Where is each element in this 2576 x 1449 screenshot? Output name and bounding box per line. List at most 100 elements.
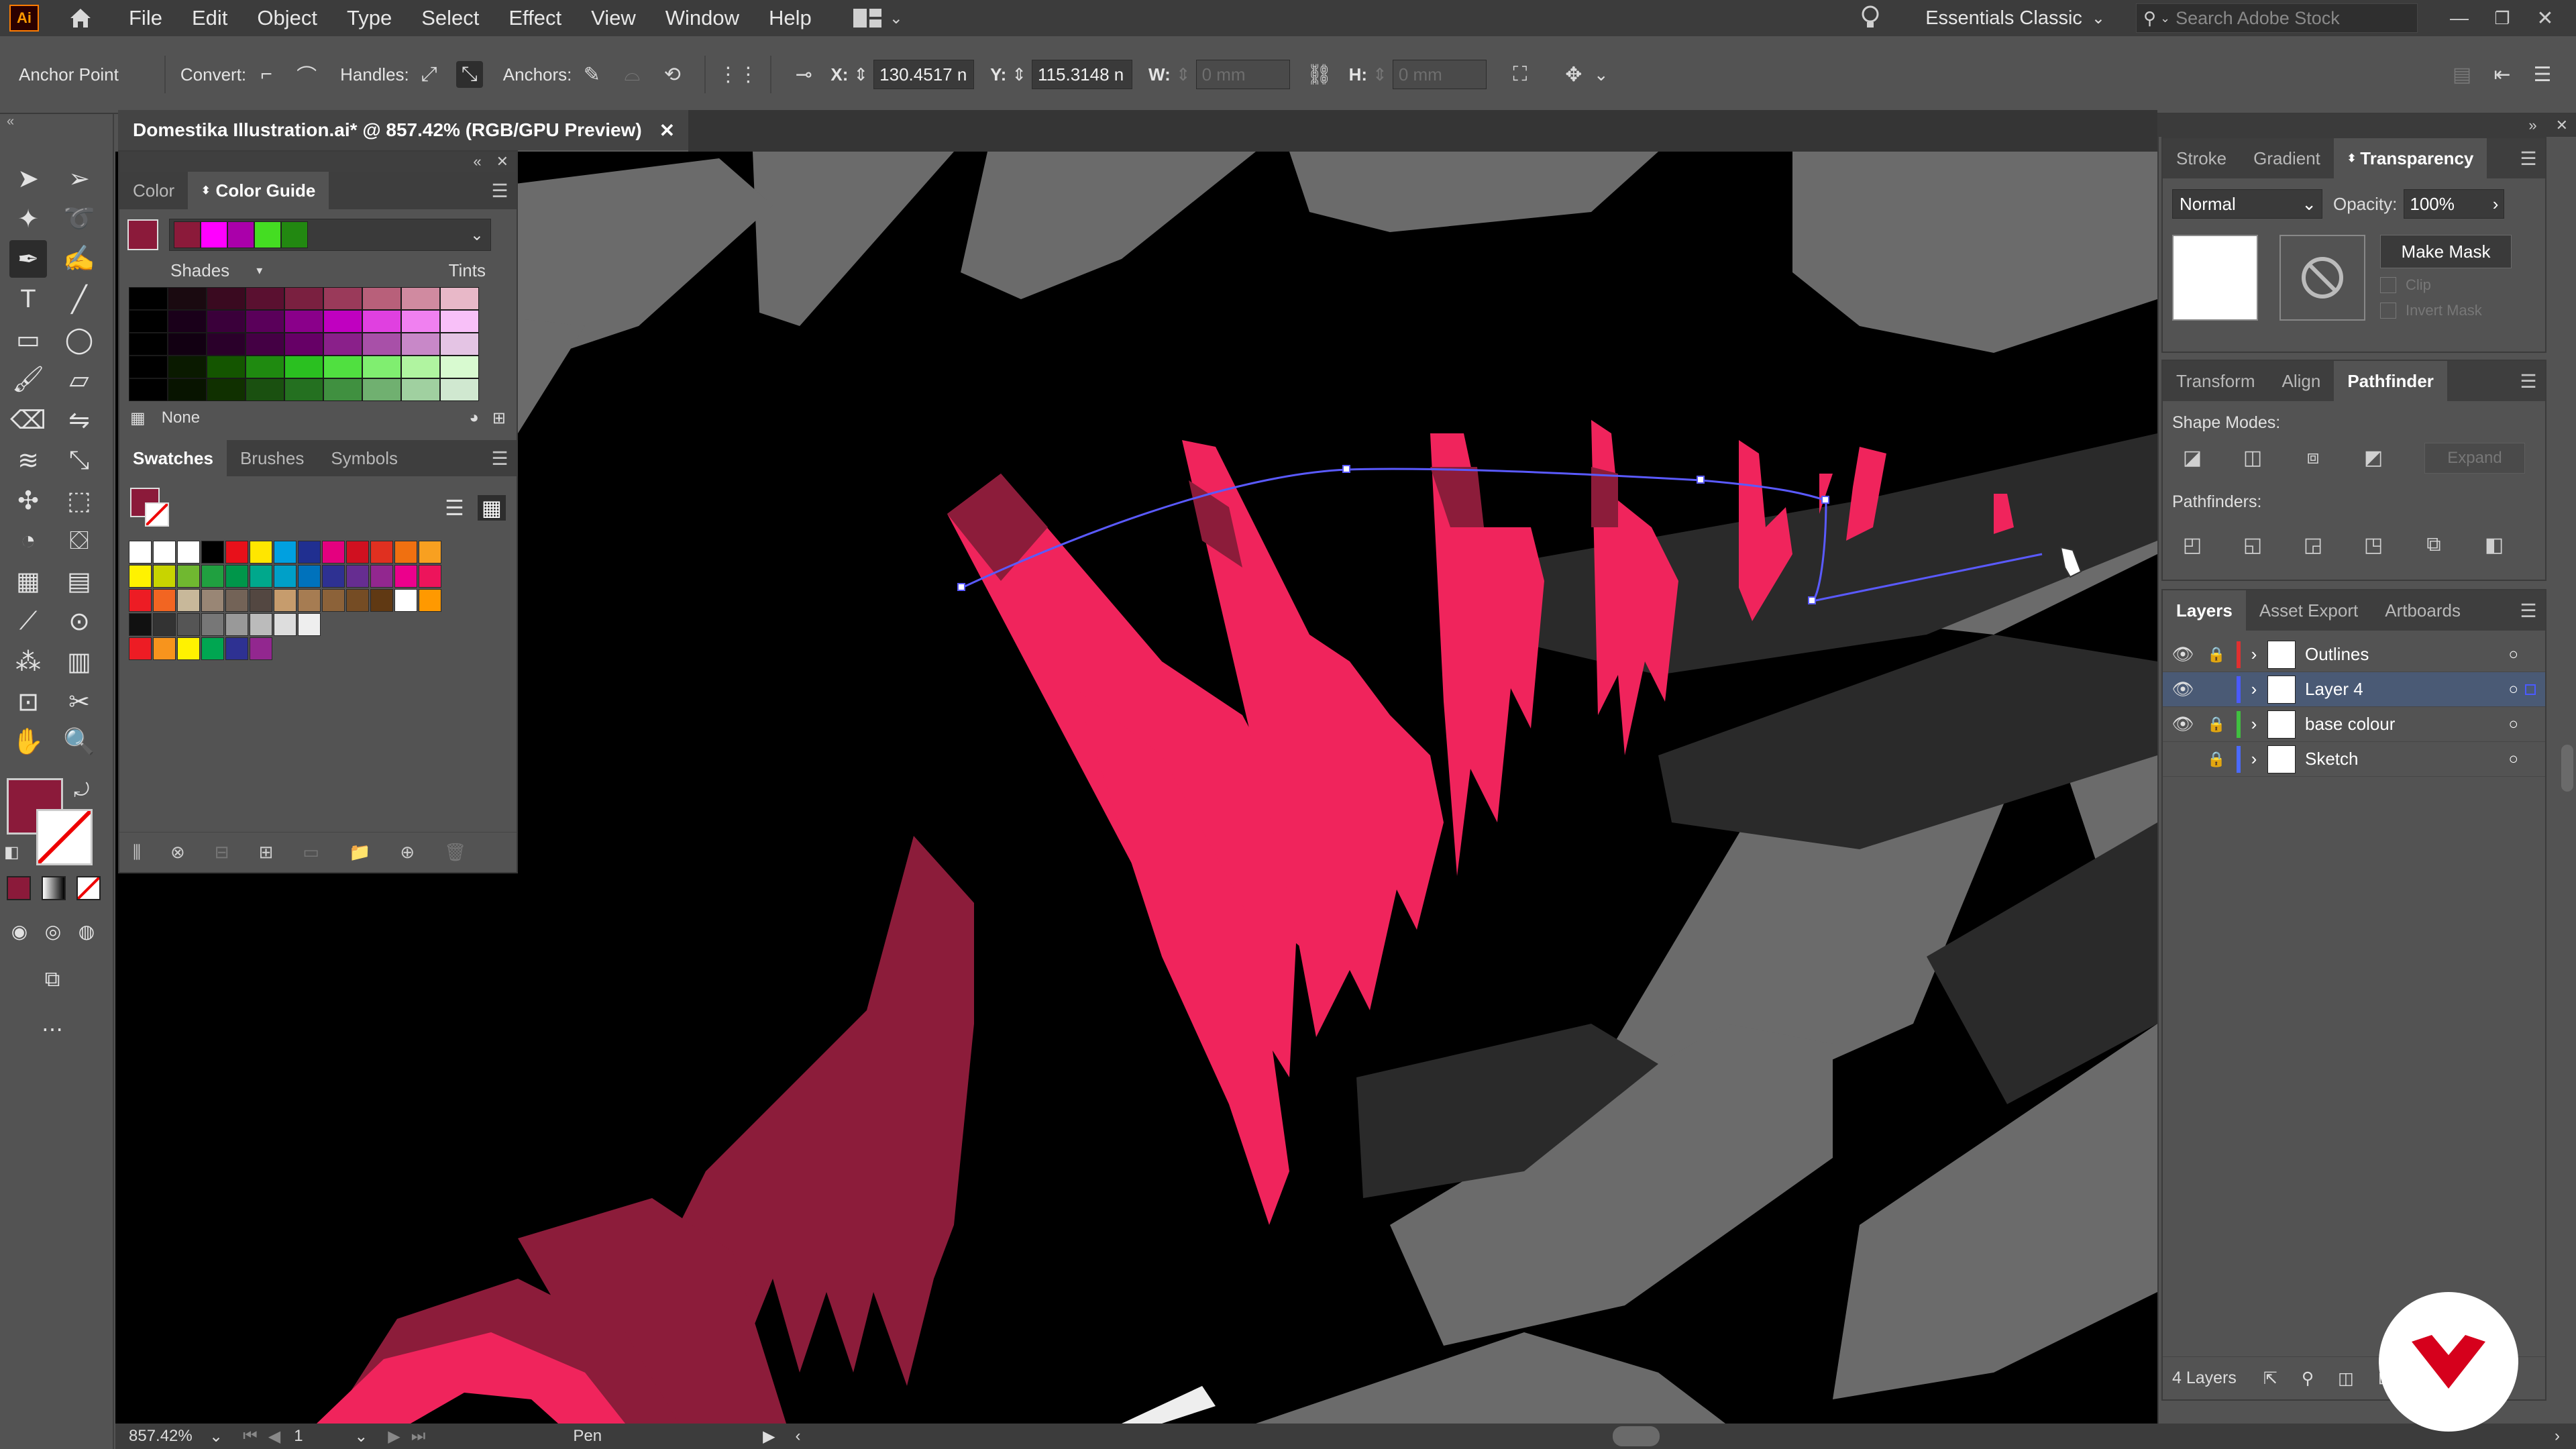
shade-swatch[interactable]	[362, 356, 401, 378]
swatch[interactable]	[177, 589, 200, 612]
tab-brushes[interactable]: Brushes	[227, 440, 317, 476]
shade-swatch[interactable]	[323, 356, 362, 378]
swatch[interactable]	[129, 589, 152, 612]
tab-transparency[interactable]: ⬍ Transparency	[2333, 138, 2487, 178]
color-group-icon[interactable]: ▭	[303, 842, 319, 863]
swatch[interactable]	[274, 589, 297, 612]
tab-gradient[interactable]: Gradient	[2240, 138, 2334, 178]
none-mode-icon[interactable]	[76, 876, 101, 900]
list-view-icon[interactable]: ☰	[445, 495, 464, 521]
distribute-icon[interactable]: ⇤	[2489, 61, 2516, 88]
mask-thumbnail[interactable]	[2279, 235, 2365, 321]
isolate-icon[interactable]: ⛶	[1507, 61, 1534, 88]
swatch[interactable]	[153, 589, 176, 612]
gradient-tool-icon[interactable]: ▤	[60, 562, 98, 600]
swatch[interactable]	[129, 565, 152, 588]
swatch[interactable]	[225, 565, 248, 588]
swatch[interactable]	[153, 637, 176, 660]
trim-icon[interactable]: ◱	[2237, 529, 2269, 561]
menu-file[interactable]: File	[129, 6, 162, 30]
layer-row-sketch[interactable]: 🔒 › Sketch ○	[2163, 742, 2545, 777]
tab-transform[interactable]: Transform	[2163, 361, 2269, 401]
swap-fill-stroke-icon[interactable]: ⤾	[74, 780, 89, 802]
shade-swatch[interactable]	[168, 310, 207, 333]
x-field[interactable]: 130.4517 n	[873, 60, 975, 89]
ellipse-tool-icon[interactable]: ◯	[60, 321, 98, 358]
first-artboard-icon[interactable]: ⏮	[243, 1427, 258, 1446]
magic-wand-tool-icon[interactable]: ✦	[9, 200, 47, 237]
new-swatch-icon[interactable]: ⊕	[400, 842, 415, 863]
arrange-documents-icon[interactable]: ⌄	[852, 6, 903, 30]
swatch[interactable]	[394, 565, 417, 588]
target-icon[interactable]: ○	[2509, 645, 2519, 664]
swatch[interactable]	[298, 541, 321, 564]
lasso-tool-icon[interactable]: ➰	[60, 200, 98, 237]
new-color-group-icon[interactable]: ⊞	[259, 842, 274, 863]
shade-swatch[interactable]	[207, 333, 246, 356]
save-group-icon[interactable]: ⊞	[492, 409, 506, 428]
divide-icon[interactable]: ◰	[2176, 529, 2208, 561]
minimize-icon[interactable]: —	[2445, 7, 2474, 29]
swatch[interactable]	[201, 637, 224, 660]
shade-swatch[interactable]	[129, 310, 168, 333]
document-tab[interactable]: Domestika Illustration.ai* @ 857.42% (RG…	[118, 110, 688, 152]
shade-swatch[interactable]	[401, 287, 440, 310]
live-paint-bucket-icon[interactable]: ⛋	[60, 522, 98, 559]
swatch[interactable]	[298, 589, 321, 612]
object-thumbnail[interactable]	[2172, 235, 2258, 321]
chevron-right-icon[interactable]: ›	[2241, 644, 2267, 665]
lock-icon[interactable]: 🔒	[2203, 646, 2230, 663]
symbol-sprayer-tool-icon[interactable]: ⁂	[9, 643, 47, 680]
scroll-left-icon[interactable]: ‹	[796, 1427, 801, 1446]
align-anchor-icon[interactable]: ⊸	[790, 61, 817, 88]
color-wheel-icon[interactable]: ◕	[469, 409, 479, 427]
rectangle-tool-icon[interactable]: ▭	[9, 321, 47, 358]
harmony-swatch[interactable]	[201, 221, 227, 248]
swatch[interactable]	[250, 589, 272, 612]
convert-corner-icon[interactable]: ⌐	[253, 61, 280, 88]
folder-icon[interactable]: 📁	[349, 842, 370, 863]
invert-mask-checkbox[interactable]: Invert Mask	[2380, 302, 2512, 319]
swatch[interactable]	[129, 613, 152, 636]
shade-swatch[interactable]	[362, 378, 401, 401]
remove-anchor-icon[interactable]: ✎	[578, 61, 605, 88]
shade-swatch[interactable]	[246, 310, 284, 333]
chevron-down-icon[interactable]: ▾	[256, 264, 262, 278]
search-stock-field[interactable]: ⚲ ⌄ Search Adobe Stock	[2136, 3, 2418, 33]
horizontal-scrollbar-thumb[interactable]	[1612, 1426, 1660, 1446]
swatch[interactable]	[274, 541, 297, 564]
screen-mode-icon[interactable]: ⧉	[34, 961, 71, 998]
menu-select[interactable]: Select	[421, 6, 479, 30]
swatch[interactable]	[419, 541, 441, 564]
eye-icon[interactable]: 👁	[2163, 679, 2203, 700]
vertical-scrollbar-thumb[interactable]	[2561, 745, 2573, 792]
swatch[interactable]	[225, 613, 248, 636]
shade-swatch[interactable]	[284, 287, 323, 310]
swatch[interactable]	[394, 541, 417, 564]
menu-object[interactable]: Object	[257, 6, 317, 30]
shade-swatch[interactable]	[168, 356, 207, 378]
layer-name[interactable]: Outlines	[2305, 644, 2369, 665]
artboard-tool-icon[interactable]: ⊡	[9, 683, 47, 720]
target-icon[interactable]: ○	[2509, 680, 2519, 699]
chevron-down-icon[interactable]: ⌄	[1594, 64, 1609, 85]
select-similar-icon[interactable]: ⋮⋮	[718, 61, 758, 88]
swatch[interactable]	[225, 541, 248, 564]
puppet-warp-tool-icon[interactable]: ✣	[9, 482, 47, 519]
chevron-right-icon[interactable]: ›	[2241, 714, 2267, 735]
column-graph-tool-icon[interactable]: ▥	[60, 643, 98, 680]
swatch[interactable]	[201, 541, 224, 564]
swatch[interactable]	[419, 589, 441, 612]
clipping-mask-icon[interactable]: ◫	[2338, 1368, 2354, 1389]
direct-selection-tool-icon[interactable]: ➢	[60, 160, 98, 197]
tab-layers[interactable]: Layers	[2163, 590, 2246, 631]
panel-menu-icon[interactable]: ☰	[2512, 361, 2545, 401]
shade-swatch[interactable]	[440, 333, 479, 356]
opacity-field[interactable]: 100% ›	[2404, 189, 2505, 219]
mesh-tool-icon[interactable]: ▦	[9, 562, 47, 600]
base-color-swatch[interactable]	[127, 219, 158, 250]
panel-menu-icon[interactable]: ☰	[2512, 138, 2545, 178]
shade-swatch[interactable]	[246, 356, 284, 378]
swatch[interactable]	[153, 613, 176, 636]
clip-checkbox[interactable]: Clip	[2380, 276, 2512, 294]
